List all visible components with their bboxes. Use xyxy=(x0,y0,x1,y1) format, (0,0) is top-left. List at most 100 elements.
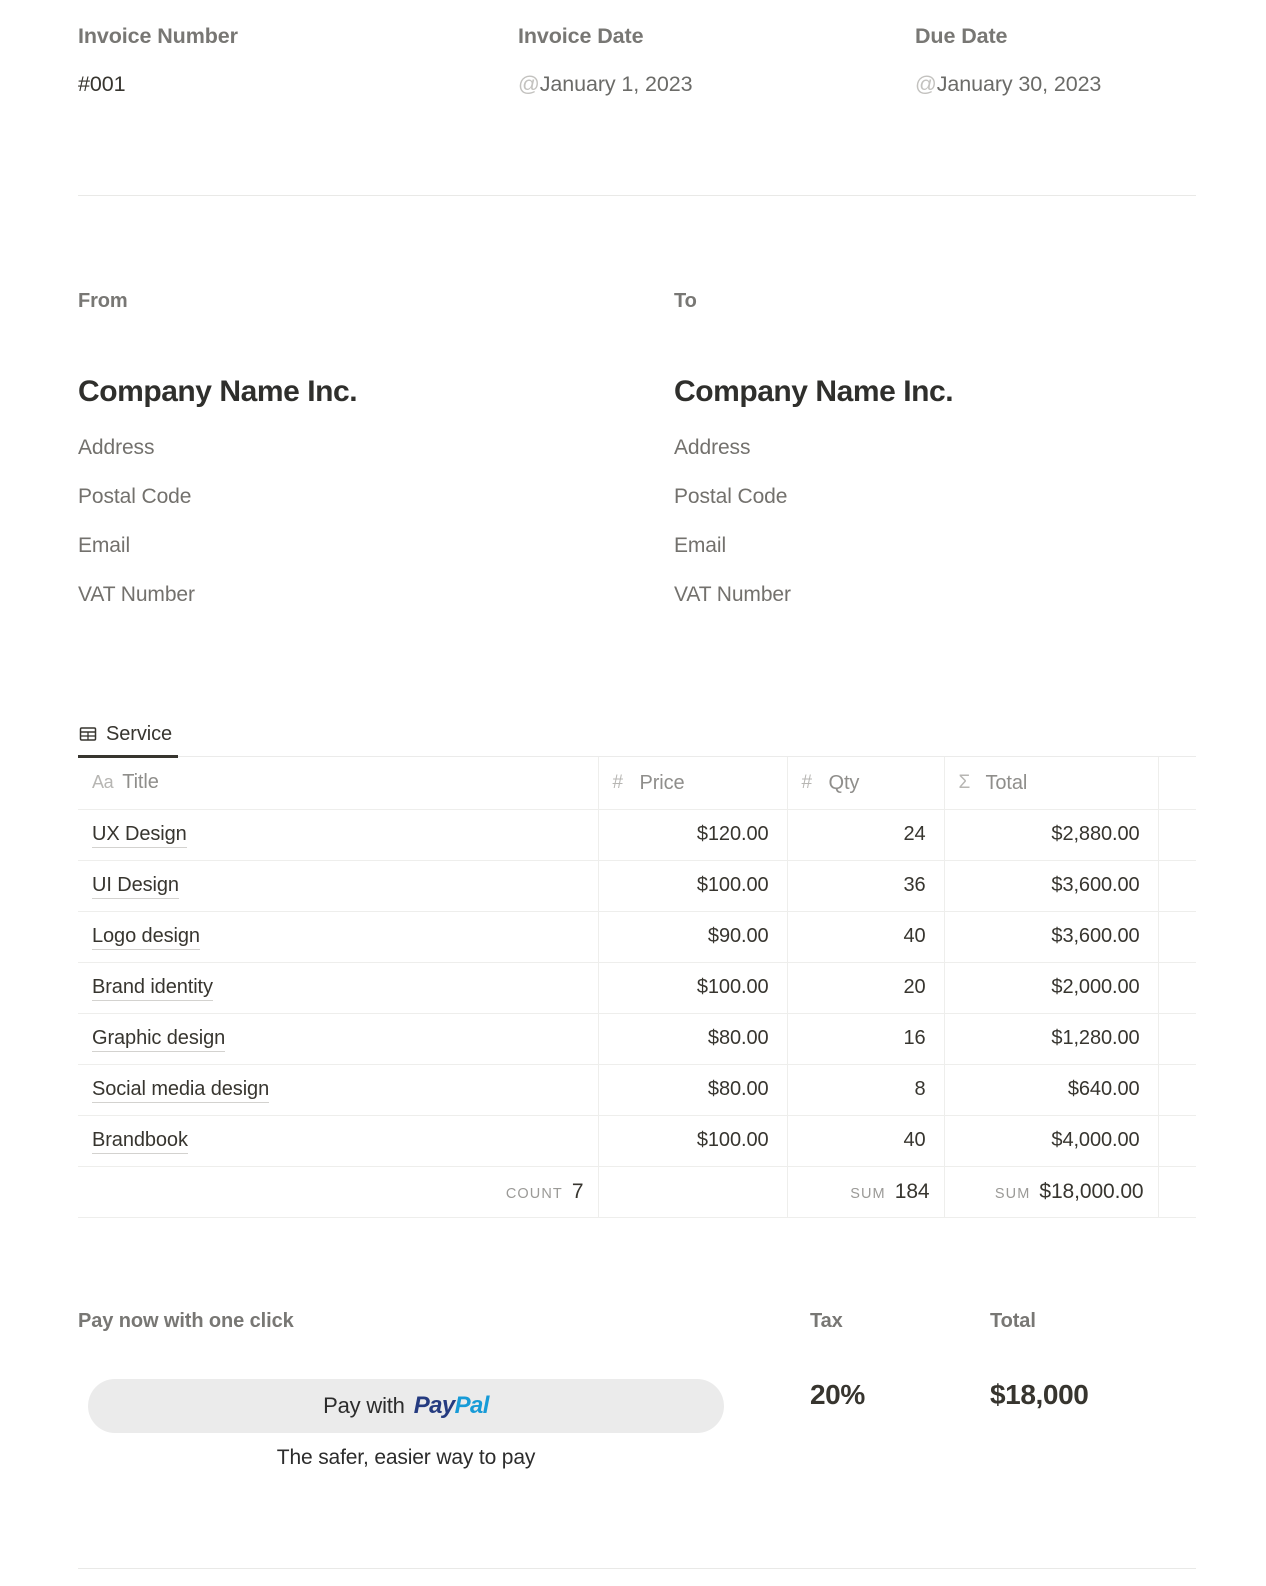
column-header-total[interactable]: Σ Total xyxy=(944,757,1158,809)
invoice-date-text: January 1, 2023 xyxy=(540,72,693,96)
due-date-value[interactable]: @January 30, 2023 xyxy=(915,70,1196,99)
cell-total[interactable]: $2,000.00 xyxy=(944,962,1158,1013)
from-vat-number[interactable]: VAT Number xyxy=(78,583,674,606)
qty-sum-value: 184 xyxy=(895,1180,930,1203)
text-type-icon: Aa xyxy=(92,772,113,793)
paypal-logo: PayPal xyxy=(414,1392,489,1420)
cell-total[interactable]: $3,600.00 xyxy=(944,911,1158,962)
cell-total[interactable]: $3,600.00 xyxy=(944,860,1158,911)
cell-title[interactable]: UI Design xyxy=(78,860,598,911)
cell-qty[interactable]: 16 xyxy=(787,1013,944,1064)
paypal-logo-pay: Pay xyxy=(414,1392,455,1419)
number-type-icon: # xyxy=(613,772,631,794)
row-title-link[interactable]: UX Design xyxy=(92,823,187,848)
column-header-add[interactable] xyxy=(1158,757,1196,809)
cell-qty[interactable]: 20 xyxy=(787,962,944,1013)
tax-column: Tax 20% xyxy=(810,1310,990,1411)
summary-count-cell[interactable]: COUNT7 xyxy=(78,1166,598,1217)
cell-price[interactable]: $100.00 xyxy=(598,860,787,911)
summary-price-cell[interactable] xyxy=(598,1166,787,1217)
invoice-number-field: Invoice Number #001 xyxy=(78,22,518,99)
table-summary-row: COUNT7 SUM184 SUM$18,000.00 xyxy=(78,1166,1196,1217)
footer-divider xyxy=(78,1568,1196,1569)
cell-qty[interactable]: 36 xyxy=(787,860,944,911)
service-table-block: Service Aa Title # xyxy=(78,713,1196,1218)
column-header-qty[interactable]: # Qty xyxy=(787,757,944,809)
table-row[interactable]: Brand identity $100.00 20 $2,000.00 xyxy=(78,962,1196,1013)
table-row[interactable]: Graphic design $80.00 16 $1,280.00 xyxy=(78,1013,1196,1064)
table-row[interactable]: Brandbook $100.00 40 $4,000.00 xyxy=(78,1115,1196,1166)
cell-spacer xyxy=(1158,1013,1196,1064)
from-email[interactable]: Email xyxy=(78,534,674,557)
table-row[interactable]: Social media design $80.00 8 $640.00 xyxy=(78,1064,1196,1115)
cell-title[interactable]: Social media design xyxy=(78,1064,598,1115)
row-title-link[interactable]: Brandbook xyxy=(92,1129,188,1154)
row-title-link[interactable]: Brand identity xyxy=(92,976,213,1001)
column-header-price[interactable]: # Price xyxy=(598,757,787,809)
total-sum-value: $18,000.00 xyxy=(1039,1180,1143,1203)
cell-title[interactable]: Graphic design xyxy=(78,1013,598,1064)
count-label: COUNT xyxy=(506,1186,563,1202)
cell-spacer xyxy=(1158,809,1196,860)
cell-title[interactable]: Brandbook xyxy=(78,1115,598,1166)
party-from: From Company Name Inc. Address Postal Co… xyxy=(78,290,674,606)
cell-price[interactable]: $100.00 xyxy=(598,1115,787,1166)
cell-spacer xyxy=(1158,860,1196,911)
table-row[interactable]: UX Design $120.00 24 $2,880.00 xyxy=(78,809,1196,860)
cell-price[interactable]: $90.00 xyxy=(598,911,787,962)
paypal-button-prefix: Pay with xyxy=(323,1393,405,1419)
summary-spacer-cell xyxy=(1158,1166,1196,1217)
from-address[interactable]: Address xyxy=(78,436,674,459)
to-vat-number[interactable]: VAT Number xyxy=(674,583,1196,606)
table-header: Aa Title # Price # Qty xyxy=(78,757,1196,809)
tax-label: Tax xyxy=(810,1310,990,1333)
total-column: Total $18,000 xyxy=(990,1310,1196,1411)
invoice-date-label: Invoice Date xyxy=(518,22,915,51)
cell-title[interactable]: Brand identity xyxy=(78,962,598,1013)
summary-qty-cell[interactable]: SUM184 xyxy=(787,1166,944,1217)
cell-total[interactable]: $640.00 xyxy=(944,1064,1158,1115)
cell-title[interactable]: UX Design xyxy=(78,809,598,860)
invoice-number-label: Invoice Number xyxy=(78,22,518,51)
cell-price[interactable]: $80.00 xyxy=(598,1064,787,1115)
row-title-link[interactable]: UI Design xyxy=(92,874,179,899)
database-tab-bar: Service xyxy=(78,713,1196,757)
from-postal-code[interactable]: Postal Code xyxy=(78,485,674,508)
header-divider xyxy=(78,195,1196,196)
table-row[interactable]: Logo design $90.00 40 $3,600.00 xyxy=(78,911,1196,962)
cell-total[interactable]: $2,880.00 xyxy=(944,809,1158,860)
row-title-link[interactable]: Social media design xyxy=(92,1078,269,1103)
cell-total[interactable]: $1,280.00 xyxy=(944,1013,1158,1064)
cell-qty[interactable]: 24 xyxy=(787,809,944,860)
to-address[interactable]: Address xyxy=(674,436,1196,459)
cell-qty[interactable]: 8 xyxy=(787,1064,944,1115)
table-grid-icon xyxy=(78,724,98,744)
cell-title[interactable]: Logo design xyxy=(78,911,598,962)
cell-total[interactable]: $4,000.00 xyxy=(944,1115,1158,1166)
row-title-link[interactable]: Graphic design xyxy=(92,1027,225,1052)
table-header-row: Aa Title # Price # Qty xyxy=(78,757,1196,809)
invoice-date-value[interactable]: @January 1, 2023 xyxy=(518,70,915,99)
row-title-link[interactable]: Logo design xyxy=(92,925,200,950)
to-email[interactable]: Email xyxy=(674,534,1196,557)
cell-qty[interactable]: 40 xyxy=(787,911,944,962)
to-company-name[interactable]: Company Name Inc. xyxy=(674,374,1196,410)
invoice-page: Invoice Number #001 Invoice Date @Januar… xyxy=(0,0,1266,1586)
service-table: Aa Title # Price # Qty xyxy=(78,757,1196,1218)
column-header-title[interactable]: Aa Title xyxy=(78,757,598,809)
cell-price[interactable]: $120.00 xyxy=(598,809,787,860)
parties-section: From Company Name Inc. Address Postal Co… xyxy=(78,290,1196,606)
from-company-name[interactable]: Company Name Inc. xyxy=(78,374,674,410)
column-title-label: Title xyxy=(122,771,159,794)
to-postal-code[interactable]: Postal Code xyxy=(674,485,1196,508)
pay-with-paypal-button[interactable]: Pay with PayPal xyxy=(88,1379,724,1433)
invoice-number-value[interactable]: #001 xyxy=(78,70,518,99)
column-qty-label: Qty xyxy=(829,772,860,795)
due-date-field: Due Date @January 30, 2023 xyxy=(915,22,1196,99)
cell-price[interactable]: $100.00 xyxy=(598,962,787,1013)
table-row[interactable]: UI Design $100.00 36 $3,600.00 xyxy=(78,860,1196,911)
tab-service[interactable]: Service xyxy=(78,714,178,758)
summary-total-cell[interactable]: SUM$18,000.00 xyxy=(944,1166,1158,1217)
cell-price[interactable]: $80.00 xyxy=(598,1013,787,1064)
cell-qty[interactable]: 40 xyxy=(787,1115,944,1166)
